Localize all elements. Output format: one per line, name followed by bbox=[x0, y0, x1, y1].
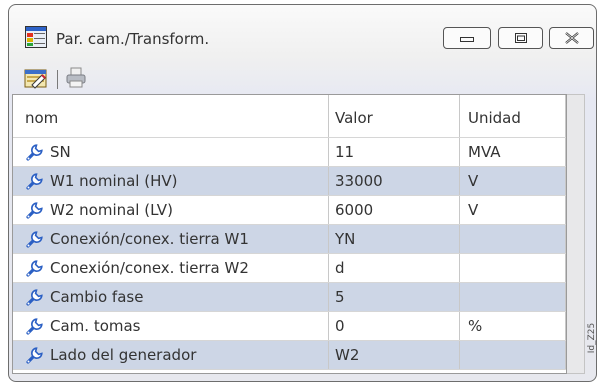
minimize-icon bbox=[460, 37, 474, 42]
parameter-value-cell[interactable]: YN bbox=[329, 225, 460, 253]
parameter-name-label: W1 nominal (HV) bbox=[50, 172, 178, 190]
parameter-name-cell[interactable]: Cam. tomas bbox=[13, 312, 329, 340]
wrench-icon bbox=[25, 200, 45, 220]
wrench-icon bbox=[25, 316, 45, 336]
table-row[interactable]: Cambio fase 5 bbox=[13, 283, 566, 312]
table-row[interactable]: W2 nominal (LV) 6000 V bbox=[13, 196, 566, 225]
parameter-unit-cell: MVA bbox=[460, 138, 566, 166]
parameter-unit-cell bbox=[460, 283, 566, 311]
parameter-name-cell[interactable]: Conexión/conex. tierra W2 bbox=[13, 254, 329, 282]
parameter-value-cell[interactable]: 0 bbox=[329, 312, 460, 340]
column-header-name[interactable]: nom bbox=[13, 95, 329, 137]
parameter-unit-cell bbox=[460, 341, 566, 369]
parameter-name-cell[interactable]: Conexión/conex. tierra W1 bbox=[13, 225, 329, 253]
restore-icon bbox=[514, 33, 527, 43]
window-title: Par. cam./Transform. bbox=[56, 30, 210, 48]
table-row[interactable]: Lado del generador W2 bbox=[13, 341, 566, 370]
parameter-name-label: Conexión/conex. tierra W1 bbox=[50, 230, 249, 248]
parameter-name-cell[interactable]: Cambio fase bbox=[13, 283, 329, 311]
wrench-icon bbox=[25, 345, 45, 365]
column-header-unit[interactable]: Unidad bbox=[460, 95, 566, 137]
parameter-value-cell[interactable]: d bbox=[329, 254, 460, 282]
parameter-value-cell[interactable]: 33000 bbox=[329, 167, 460, 195]
parameter-unit-cell bbox=[460, 225, 566, 253]
parameter-name-label: W2 nominal (LV) bbox=[50, 201, 173, 219]
parameter-unit-cell: % bbox=[460, 312, 566, 340]
maximize-button[interactable] bbox=[498, 27, 543, 49]
table-row[interactable]: Cam. tomas 0% bbox=[13, 312, 566, 341]
table-row[interactable]: SN 11 MVA bbox=[13, 138, 566, 167]
wrench-icon bbox=[25, 287, 45, 307]
parameter-value-cell[interactable]: 5 bbox=[329, 283, 460, 311]
minimize-button[interactable] bbox=[443, 27, 491, 49]
toolbar-separator bbox=[57, 70, 58, 89]
parameter-table: nom Valor Unidad SN 11 MVA W1 nominal (HV) 3… bbox=[12, 94, 567, 374]
table-header: nom Valor Unidad bbox=[13, 95, 566, 138]
wrench-icon bbox=[25, 258, 45, 278]
parameter-name-label: Conexión/conex. tierra W2 bbox=[50, 259, 249, 277]
wrench-icon bbox=[25, 142, 45, 162]
parameter-name-label: Lado del generador bbox=[50, 346, 197, 364]
parameter-name-label: Cam. tomas bbox=[50, 317, 141, 335]
parameter-value-cell[interactable]: 6000 bbox=[329, 196, 460, 224]
close-icon bbox=[564, 32, 579, 44]
table-app-icon bbox=[25, 26, 47, 48]
wrench-icon bbox=[25, 171, 45, 191]
parameter-name-cell[interactable]: Lado del generador bbox=[13, 341, 329, 369]
column-header-value[interactable]: Valor bbox=[329, 95, 460, 137]
parameter-name-cell[interactable]: W2 nominal (LV) bbox=[13, 196, 329, 224]
title-bar: Par. cam./Transform. bbox=[9, 5, 596, 61]
table-row[interactable]: Conexión/conex. tierra W2 d bbox=[13, 254, 566, 283]
parameter-name-cell[interactable]: SN bbox=[13, 138, 329, 166]
wrench-icon bbox=[25, 229, 45, 249]
parameter-name-cell[interactable]: W1 nominal (HV) bbox=[13, 167, 329, 195]
parameter-value-cell[interactable]: 11 bbox=[329, 138, 460, 166]
parameter-unit-cell bbox=[460, 254, 566, 282]
parameter-name-label: Cambio fase bbox=[50, 288, 144, 306]
parameter-value-cell[interactable]: W2 bbox=[329, 341, 460, 369]
table-row[interactable]: W1 nominal (HV) 33000 V bbox=[13, 167, 566, 196]
image-id-label: Id_Z25 bbox=[587, 322, 597, 354]
parameter-name-label: SN bbox=[50, 143, 71, 161]
parameter-unit-cell: V bbox=[460, 167, 566, 195]
print-icon[interactable] bbox=[64, 67, 88, 89]
edit-icon[interactable] bbox=[24, 67, 48, 89]
parameter-unit-cell: V bbox=[460, 196, 566, 224]
table-row[interactable]: Conexión/conex. tierra W1 YN bbox=[13, 225, 566, 254]
close-button[interactable] bbox=[549, 27, 594, 49]
